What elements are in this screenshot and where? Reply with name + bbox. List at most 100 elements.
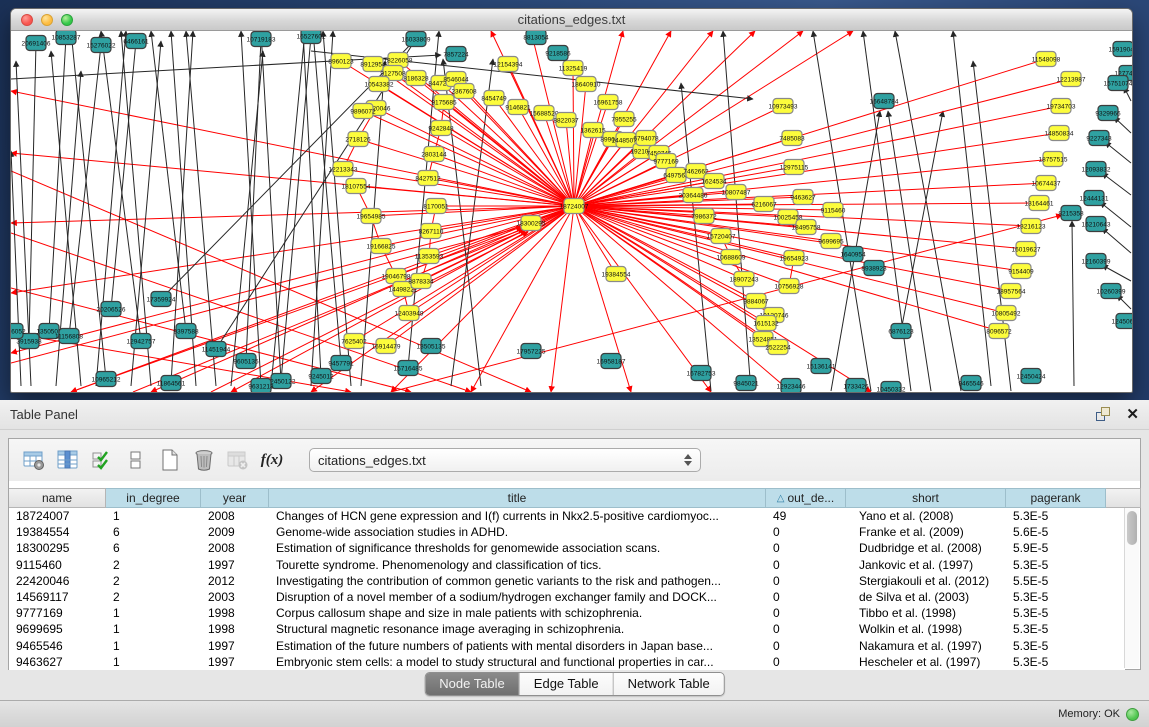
graph-node[interactable]: 12403949 [395,306,424,321]
table-cell[interactable]: Estimation of significance thresholds fo… [269,541,766,555]
graph-node[interactable]: 9896072 [350,104,376,119]
table-cell[interactable]: 1 [106,622,201,636]
table-cell[interactable]: 9465546 [9,639,106,653]
tab-edge-table[interactable]: Edge Table [520,673,614,695]
graph-node[interactable]: 11353593 [415,249,444,264]
table-cell[interactable]: Dudbridge et al. (2008) [846,541,1006,555]
table-cell[interactable]: 0 [766,541,846,555]
column-header-title[interactable]: title [269,488,766,508]
graph-node[interactable]: 2522254 [765,340,791,355]
table-cell[interactable]: 0 [766,590,846,604]
graph-edge[interactable] [1072,221,1074,386]
graph-node[interactable]: 13505135 [417,339,446,354]
graph-node[interactable]: 9146821 [505,100,531,115]
graph-node[interactable]: 12923446 [777,379,806,393]
column-header-in_degree[interactable]: in_degree [106,488,201,508]
graph-edge[interactable] [953,31,991,386]
table-cell[interactable]: 5.3E-5 [1006,639,1106,653]
graph-node[interactable]: 12444131 [1080,191,1109,206]
graph-edge[interactable] [101,31,141,341]
graph-node[interactable]: 18495758 [792,220,821,235]
graph-node[interactable]: 16648784 [870,94,899,109]
column-header-short[interactable]: short [846,488,1006,508]
minimize-window-icon[interactable] [41,14,53,26]
table-cell[interactable]: 2009 [201,525,269,539]
float-window-icon[interactable] [1096,407,1112,423]
graph-node[interactable]: 8938923 [861,261,887,276]
graph-node[interactable]: 16033809 [402,32,431,47]
table-cell[interactable]: Changes of HCN gene expression and I(f) … [269,509,766,523]
graph-node[interactable]: 15136141 [807,359,836,374]
graph-node[interactable]: 1615132 [753,316,779,331]
graph-node[interactable]: 19654985 [357,209,386,224]
graph-node[interactable]: 9154409 [1008,264,1034,279]
graph-node[interactable]: 2367608 [451,84,477,99]
column-header-out_de[interactable]: △out_de... [766,488,846,508]
graph-node[interactable]: 9218586 [545,46,571,61]
table-cell[interactable]: Wolkin et al. (1998) [846,622,1006,636]
graph-node[interactable]: 19384554 [602,267,631,282]
graph-node[interactable]: 12942757 [127,334,156,349]
graph-node[interactable]: 9175685 [431,95,457,110]
table-cell[interactable]: 2003 [201,590,269,604]
table-cell[interactable]: 18300295 [9,541,106,555]
table-settings-icon[interactable] [19,445,49,475]
graph-node[interactable]: 9777169 [653,154,679,169]
table-cell[interactable]: Estimation of the future numbers of pati… [269,639,766,653]
graph-node[interactable]: 1733426 [843,379,869,393]
graph-node[interactable]: 17359924 [147,292,176,307]
delete-table-icon[interactable] [223,445,253,475]
table-cell[interactable]: 9777169 [9,606,106,620]
graph-node[interactable]: 9699695 [818,234,844,249]
table-cell[interactable]: 0 [766,622,846,636]
table-row[interactable]: 1456911722003Disruption of a novel membe… [9,589,1125,605]
table-cell[interactable]: 1997 [201,639,269,653]
graph-node[interactable]: 9884067 [743,294,769,309]
graph-node[interactable]: 7625402 [341,334,367,349]
graph-node[interactable]: 7986372 [691,209,717,224]
column-visibility-icon[interactable] [53,445,83,475]
table-cell[interactable]: 2008 [201,509,269,523]
graph-node[interactable]: 19734703 [1047,99,1076,114]
table-row[interactable]: 977716911998Corpus callosum shape and si… [9,605,1125,621]
tab-network-table[interactable]: Network Table [614,673,724,695]
graph-node[interactable]: 9329966 [1095,106,1121,121]
table-cell[interactable]: 0 [766,525,846,539]
graph-node[interactable]: 18107554 [342,179,371,194]
table-cell[interactable]: 5.3E-5 [1006,655,1106,669]
graph-node[interactable]: 9245012 [308,369,334,384]
graph-node[interactable]: 7485083 [779,131,805,146]
graph-edge[interactable] [241,31,261,386]
graph-edge[interactable] [261,31,281,381]
graph-edge[interactable] [29,43,36,341]
graph-edge[interactable] [574,106,783,206]
graph-node[interactable]: 8454749 [481,91,507,106]
table-cell[interactable]: 0 [766,639,846,653]
function-builder-icon[interactable]: f(x) [257,445,287,475]
table-cell[interactable]: 0 [766,574,846,588]
zoom-window-icon[interactable] [61,14,73,26]
graph-node[interactable]: 19166825 [367,239,396,254]
graph-node[interactable]: 9463627 [790,190,816,205]
table-row[interactable]: 969969511998Structural magnetic resonanc… [9,621,1125,637]
table-cell[interactable]: Tibbo et al. (1998) [846,606,1006,620]
graph-node[interactable]: 18300295 [517,216,546,231]
table-cell[interactable]: 0 [766,558,846,572]
graph-node[interactable]: 16019627 [1012,242,1041,257]
delete-icon[interactable] [189,445,219,475]
graph-node[interactable]: 12450424 [1017,369,1046,384]
table-cell[interactable]: Stergiakouli et al. (2012) [846,574,1006,588]
table-cell[interactable]: 1998 [201,622,269,636]
graph-edge[interactable] [1102,228,1131,253]
table-cell[interactable]: 1997 [201,558,269,572]
graph-node[interactable]: 10807487 [722,185,751,200]
graph-edge[interactable] [429,206,574,256]
graph-node[interactable]: 12450621 [1112,314,1132,329]
graph-node[interactable]: 6216067 [751,197,777,212]
table-cell[interactable]: 0 [766,606,846,620]
tab-node-table[interactable]: Node Table [425,673,520,695]
graph-node[interactable]: 20206526 [97,302,126,317]
table-row[interactable]: 946554611997Estimation of the future num… [9,638,1125,654]
graph-edge[interactable] [311,31,333,386]
graph-edge[interactable] [111,41,136,309]
